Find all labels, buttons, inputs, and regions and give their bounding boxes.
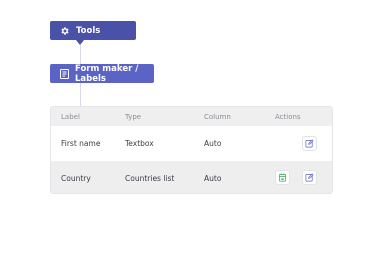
form-icon [60,68,69,79]
list-icon [278,173,287,182]
list-button[interactable] [275,170,290,185]
tools-label: Tools [76,25,101,36]
header-type: Type [125,112,142,121]
form-maker-chip[interactable]: Form maker / Labels [50,63,154,84]
header-label: Label [61,112,80,121]
cell-label: First name [61,139,101,148]
cell-label: Country [61,173,91,183]
header-column: Column [204,112,231,121]
edit-button[interactable] [302,136,317,151]
table-row: First name Textbox Auto [51,126,332,161]
header-actions: Actions [275,112,301,121]
form-maker-label: Form maker / Labels [75,63,139,84]
edit-icon [305,139,314,148]
edit-icon [305,173,314,182]
cell-type: Countries list [125,173,175,183]
cell-type: Textbox [125,139,154,148]
cell-column: Auto [204,173,222,183]
connector-line [80,83,81,106]
tools-chip[interactable]: Tools [50,21,136,40]
tools-pointer [76,40,84,45]
table-row: Country Countries list Auto [51,161,332,193]
labels-table: Label Type Column Actions First name Tex… [50,106,333,194]
gear-icon [60,26,70,36]
table-header: Label Type Column Actions [51,107,332,126]
connector-line [80,45,81,64]
cell-column: Auto [204,139,222,148]
edit-button[interactable] [302,170,317,185]
